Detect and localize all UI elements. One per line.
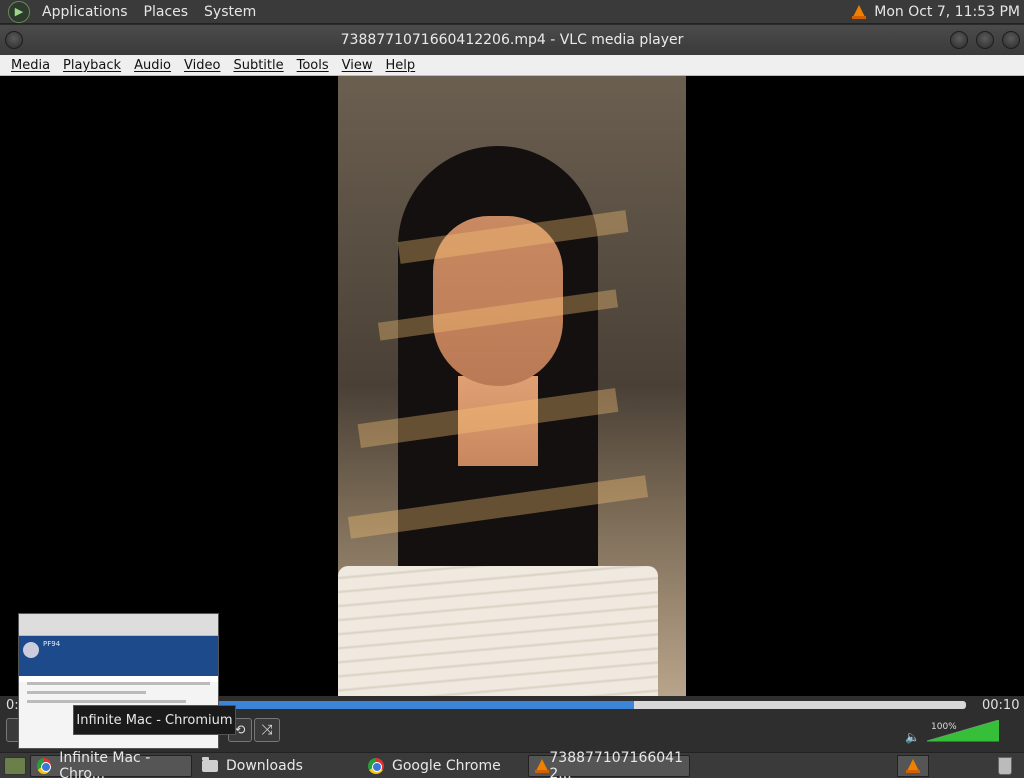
window-titlebar[interactable]: 7388771071660412206.mp4 - VLC media play… (0, 25, 1024, 55)
panel-clock[interactable]: Mon Oct 7, 11:53 PM (874, 4, 1020, 20)
applications-menu-icon[interactable]: ▶ (8, 0, 30, 23)
taskbar-item-label: Google Chrome (392, 757, 501, 774)
vlc-cone-icon[interactable] (852, 4, 867, 19)
chromium-icon (37, 757, 52, 774)
window-title: 7388771071660412206.mp4 - VLC media play… (340, 32, 684, 48)
speaker-icon[interactable]: 🔈 (905, 730, 920, 744)
trash-icon[interactable] (998, 757, 1012, 775)
taskbar-item-chromium[interactable]: Infinite Mac - Chro... (30, 750, 192, 778)
menu-media[interactable]: Media (5, 58, 56, 73)
tray-vlc-button[interactable] (897, 755, 929, 777)
chrome-icon (368, 757, 384, 774)
applications-menu[interactable]: Applications (34, 4, 136, 20)
vlc-cone-icon (535, 758, 550, 773)
taskbar-item-downloads[interactable]: Downloads (196, 755, 358, 777)
show-desktop-button[interactable] (4, 756, 26, 775)
maximize-button[interactable] (976, 31, 994, 49)
minimize-button[interactable] (950, 31, 968, 49)
taskbar-tooltip: Infinite Mac - Chromium (73, 705, 236, 735)
shuffle-button[interactable]: ⤨ (254, 718, 280, 742)
time-elapsed: 0: (6, 698, 19, 713)
taskbar-item-label: Infinite Mac - Chro... (59, 749, 151, 778)
volume-slider[interactable] (927, 720, 999, 742)
folder-icon (202, 756, 218, 772)
bottom-taskbar: Infinite Mac - Chro... Downloads Google … (0, 750, 1024, 778)
loop-icon: ⟲ (234, 722, 246, 738)
system-menu[interactable]: System (196, 4, 264, 20)
video-area[interactable] (0, 76, 1024, 696)
taskbar-item-label: 738877107166041 2... (549, 749, 683, 778)
window-menu-button[interactable] (5, 31, 23, 49)
video-frame[interactable] (338, 76, 686, 696)
menu-bar: Media Playback Audio Video Subtitle Tool… (0, 55, 1024, 76)
menu-help[interactable]: Help (380, 58, 422, 73)
preview-logo-icon (23, 642, 39, 658)
menu-playback[interactable]: Playback (57, 58, 127, 73)
places-menu[interactable]: Places (136, 4, 197, 20)
menu-video[interactable]: Video (178, 58, 226, 73)
shuffle-icon: ⤨ (261, 722, 273, 738)
taskbar-item-vlc[interactable]: 738877107166041 2... (528, 750, 690, 778)
taskbar-item-label: Downloads (226, 757, 303, 774)
menu-view[interactable]: View (336, 58, 379, 73)
preview-site-label: PF94 (43, 640, 61, 648)
menu-tools[interactable]: Tools (291, 58, 335, 73)
vlc-cone-icon (906, 759, 920, 773)
taskbar-item-google-chrome[interactable]: Google Chrome (362, 755, 524, 777)
time-total[interactable]: 00:10 (982, 698, 1019, 713)
menu-audio[interactable]: Audio (128, 58, 177, 73)
menu-subtitle[interactable]: Subtitle (227, 58, 289, 73)
close-button[interactable] (1002, 31, 1020, 49)
top-panel: ▶ Applications Places System Mon Oct 7, … (0, 0, 1024, 24)
